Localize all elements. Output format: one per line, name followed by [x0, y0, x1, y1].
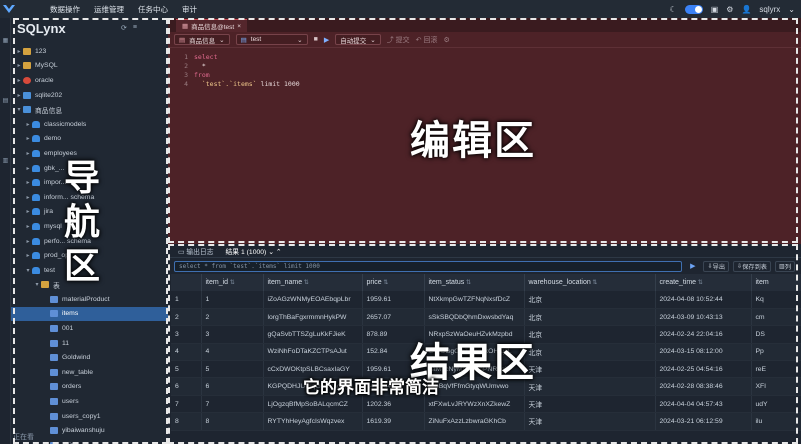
nav-region-label: 导航区: [64, 156, 104, 288]
strip-tab-icon[interactable]: ▤: [1, 98, 10, 105]
window-icon[interactable]: ▣: [711, 5, 719, 14]
menu-audit[interactable]: 审计: [182, 4, 197, 15]
settings-icon[interactable]: ⚙: [726, 5, 733, 14]
theme-toggle[interactable]: [684, 4, 703, 14]
strip-tab-icon[interactable]: ▥: [1, 158, 10, 165]
main-menu: 数据操作 运维管理 任务中心 审计: [50, 4, 211, 15]
menu-data-ops[interactable]: 数据操作: [50, 4, 80, 15]
editor-region-label: 编辑区: [410, 119, 536, 163]
menu-task-center[interactable]: 任务中心: [138, 4, 168, 15]
chevron-down-icon[interactable]: ⌄: [788, 5, 795, 14]
menu-ops-management[interactable]: 运维管理: [94, 4, 124, 15]
app-logo-icon: [0, 0, 18, 18]
video-subtitle: 它的界面非常简洁: [303, 378, 439, 397]
moon-icon[interactable]: ☾: [670, 5, 677, 14]
user-icon[interactable]: 👤: [741, 5, 751, 14]
left-activity-strip: ▦ ▤ ▥: [0, 18, 11, 444]
strip-tab-icon[interactable]: ▦: [1, 38, 10, 45]
nav-region-text: 导航区: [64, 157, 101, 286]
username[interactable]: sqlyrx: [759, 5, 780, 14]
top-bar: 数据操作 运维管理 任务中心 审计 ☾ ▣ ⚙ 👤 sqlyrx ⌄: [0, 0, 801, 18]
